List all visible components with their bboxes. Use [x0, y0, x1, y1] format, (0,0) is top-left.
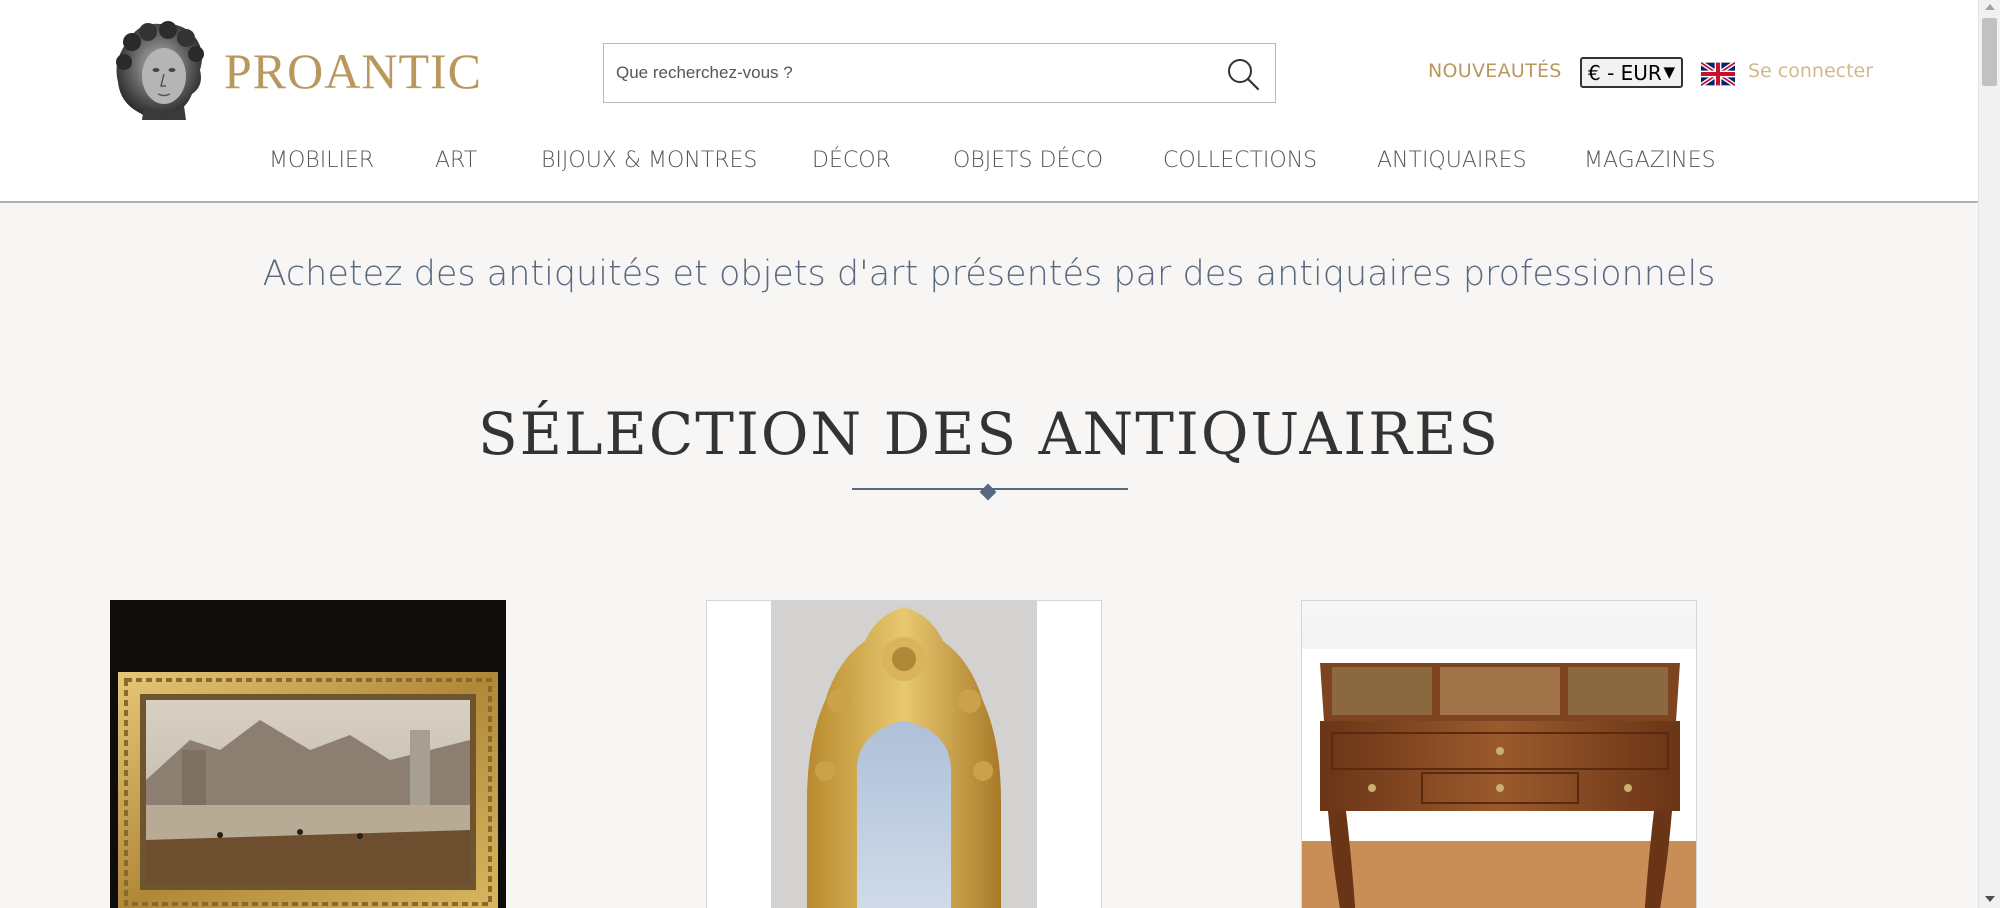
product-card-dressing-table[interactable]: [1301, 600, 1697, 908]
nav-item-bijoux-montres[interactable]: BIJOUX & MONTRES: [541, 148, 757, 173]
nouveautes-link[interactable]: NOUVEAUTÉS: [1428, 60, 1562, 82]
divider-diamond: [979, 483, 997, 501]
section-title: SÉLECTION DES ANTIQUAIRES: [477, 400, 1501, 468]
chevron-down-icon: ▼: [1663, 63, 1675, 81]
search-box: [603, 43, 1276, 103]
giltwood-mirror-image: [707, 601, 1101, 908]
search-icon[interactable]: [1225, 56, 1261, 92]
logo-text: PROANTIC: [224, 43, 483, 99]
product-card-painting[interactable]: [110, 600, 506, 908]
nav-item-objets-deco[interactable]: OBJETS DÉCO: [953, 148, 1103, 173]
currency-value: € - EUR: [1588, 60, 1662, 85]
product-card-mirror[interactable]: [706, 600, 1102, 908]
nav-item-art[interactable]: ART: [435, 148, 477, 173]
scroll-thumb[interactable]: [1982, 18, 1997, 86]
nav-item-collections[interactable]: COLLECTIONS: [1163, 148, 1317, 173]
nav-item-antiquaires[interactable]: ANTIQUAIRES: [1377, 148, 1527, 173]
landscape-painting-image: [110, 600, 506, 908]
tagline: Achetez des antiquités et objets d'art p…: [262, 254, 1716, 294]
sculpted-head-icon: [116, 21, 204, 120]
search-input[interactable]: [604, 44, 1204, 102]
uk-flag-icon[interactable]: [1701, 62, 1735, 86]
login-link[interactable]: Se connecter: [1748, 60, 1873, 82]
nav-item-mobilier[interactable]: MOBILIER: [269, 148, 374, 173]
scroll-down-arrow-icon[interactable]: [1985, 896, 1995, 902]
nav-item-magazines[interactable]: MAGAZINES: [1584, 148, 1716, 173]
nav-item-decor[interactable]: DÉCOR: [812, 148, 891, 173]
logo[interactable]: PROANTIC: [110, 20, 482, 122]
scroll-up-arrow-icon[interactable]: [1985, 4, 1995, 10]
currency-select[interactable]: € - EUR ▼: [1580, 57, 1683, 88]
main-nav: MOBILIER ART BIJOUX & MONTRES DÉCOR OBJE…: [0, 148, 1978, 178]
site-header: PROANTIC NOUVEAUTÉS € - EUR ▼ Se connect…: [0, 0, 1978, 203]
walnut-dressing-table-image: [1302, 601, 1696, 908]
page-scrollbar[interactable]: [1978, 0, 2000, 908]
